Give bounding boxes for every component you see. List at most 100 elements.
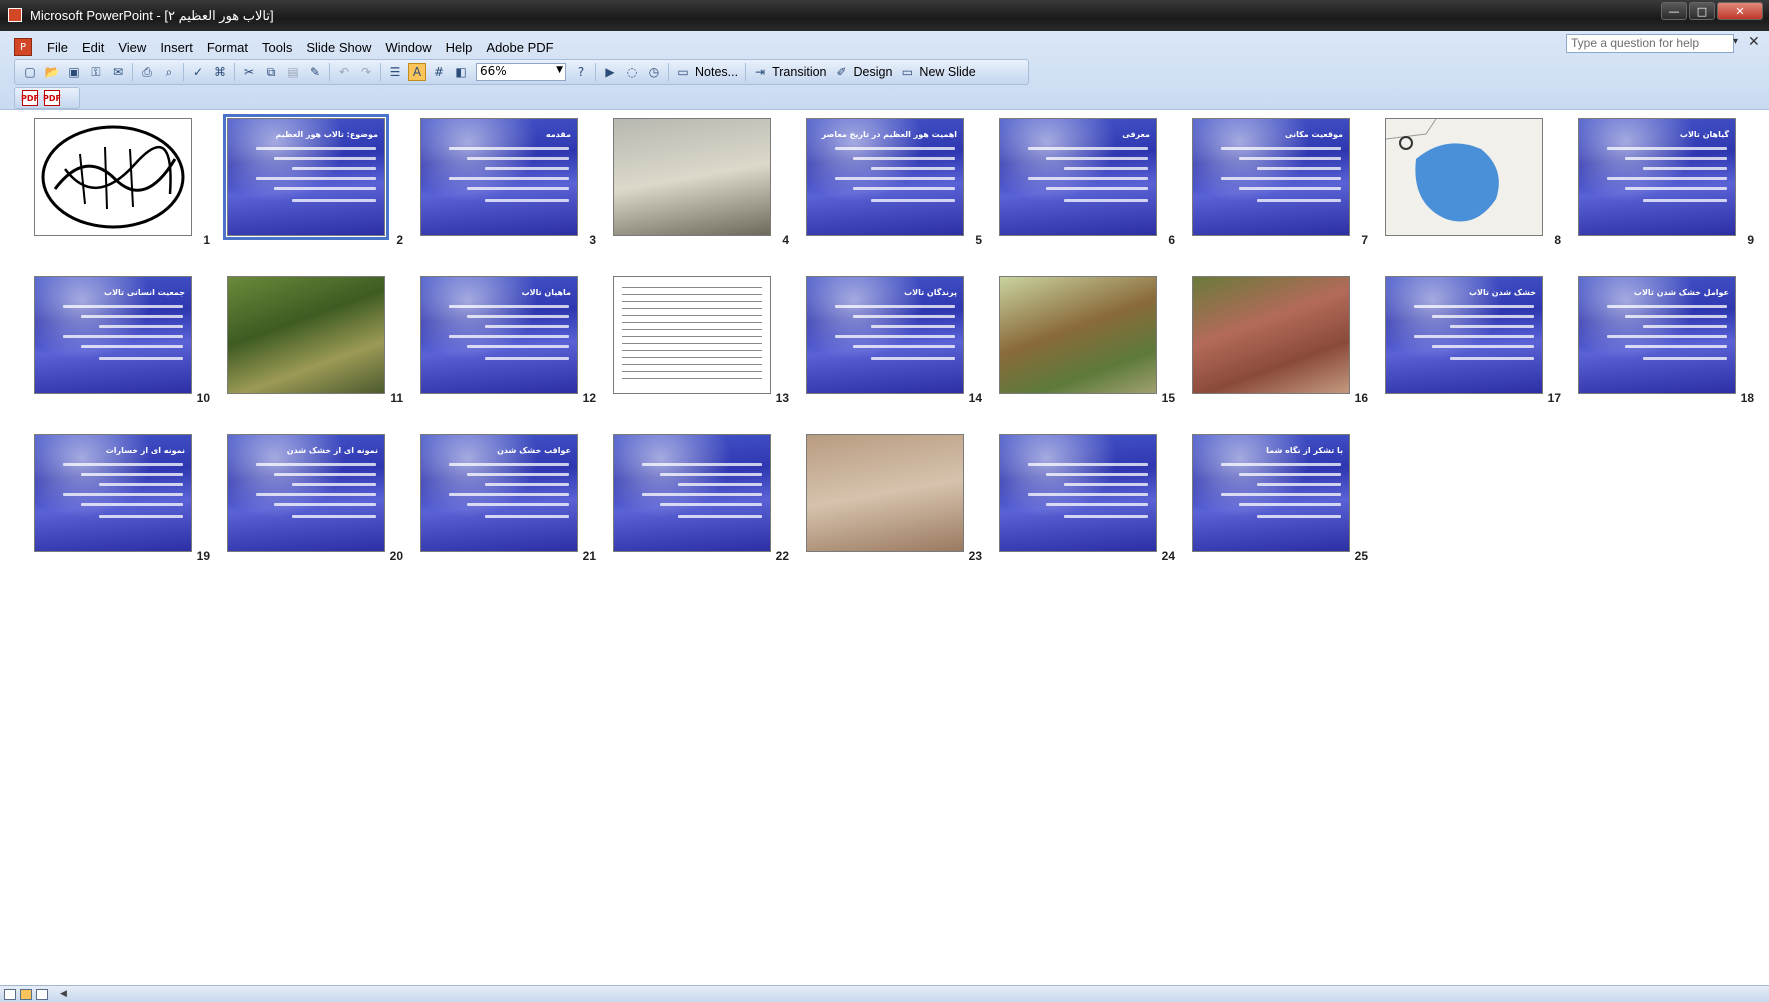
slide-thumbnail[interactable]: معرفی 6 [999,118,1175,266]
new-slide-button[interactable]: New Slide [919,65,975,79]
copy-icon[interactable]: ⧉ [262,63,280,81]
slide-preview[interactable]: جمعیت انسانی تالاب [34,276,192,394]
design-button[interactable]: Design [854,65,893,79]
close-button[interactable]: ✕ [1717,2,1763,20]
slide-thumbnail[interactable]: 16 [1192,276,1368,424]
slide-thumbnail[interactable]: جمعیت انسانی تالاب 10 [34,276,210,424]
slide-preview[interactable]: خشک شدن تالاب [1385,276,1543,394]
research-icon[interactable]: ⌘ [211,63,229,81]
slide-preview[interactable]: موضوع: تالاب هور العظیم [223,114,389,240]
menu-format[interactable]: Format [200,40,255,55]
menu-adobe-pdf[interactable]: Adobe PDF [479,40,560,55]
maximize-button[interactable]: □ [1689,2,1715,20]
expand-all-icon[interactable]: ☰ [386,63,404,81]
slide-thumbnail[interactable]: 23 [806,434,982,582]
document-icon[interactable]: P [14,38,32,56]
slide-preview[interactable]: عوامل خشک شدن تالاب [1578,276,1736,394]
slide-preview[interactable]: نمونه ای از خسارات [34,434,192,552]
slide-preview[interactable]: عواقب خشک شدن [420,434,578,552]
help-search-input[interactable]: Type a question for help [1566,34,1734,53]
color-grayscale-icon[interactable]: ◧ [452,63,470,81]
print-icon[interactable]: ⎙ [138,63,156,81]
grid-icon[interactable]: # [430,63,448,81]
slide-sorter-view-icon[interactable] [20,988,32,1000]
slide-thumbnail[interactable]: 15 [999,276,1175,424]
slide-thumbnail[interactable]: نمونه ای از خشک شدن 20 [227,434,403,582]
menu-slide-show[interactable]: Slide Show [299,40,378,55]
slide-thumbnail[interactable]: 1 [34,118,210,266]
open-icon[interactable]: 📂 [43,63,61,81]
convert-to-pdf-icon[interactable]: PDF [21,90,39,106]
slide-thumbnail[interactable]: مقدمه 3 [420,118,596,266]
slide-preview[interactable]: گیاهان تالاب [1578,118,1736,236]
hide-slide-icon[interactable]: ◌ [623,63,641,81]
menu-file[interactable]: File [40,40,75,55]
spelling-icon[interactable]: ✓ [189,63,207,81]
menu-view[interactable]: View [111,40,153,55]
slide-preview[interactable]: ماهیان تالاب [420,276,578,394]
slide-thumbnail[interactable]: گیاهان تالاب 9 [1578,118,1754,266]
slide-show-view-icon[interactable] [36,988,48,1000]
slide-thumbnail[interactable]: موضوع: تالاب هور العظیم 2 [223,114,403,266]
slide-preview[interactable] [613,434,771,552]
new-slide-icon[interactable]: ▭ [898,63,916,81]
slide-preview[interactable] [1385,118,1543,236]
slide-preview[interactable]: موقعیت مکانی [1192,118,1350,236]
normal-view-icon[interactable] [4,988,16,1000]
show-formatting-icon[interactable]: A [408,63,426,81]
help-dropdown-icon[interactable]: ▾ [1733,36,1738,47]
transition-button[interactable]: Transition [772,65,826,79]
design-icon[interactable]: ✐ [833,63,851,81]
slide-thumbnail[interactable]: پرندگان تالاب 14 [806,276,982,424]
zoom-select[interactable]: 66% ▼ [476,63,566,81]
slide-preview[interactable] [999,434,1157,552]
undo-icon[interactable]: ↶ [335,63,353,81]
slide-preview[interactable]: مقدمه [420,118,578,236]
menu-help[interactable]: Help [439,40,480,55]
slide-preview[interactable] [806,434,964,552]
slide-thumbnail[interactable]: عواقب خشک شدن 21 [420,434,596,582]
format-painter-icon[interactable]: ✎ [306,63,324,81]
slide-thumbnail[interactable]: خشک شدن تالاب 17 [1385,276,1561,424]
redo-icon[interactable]: ↷ [357,63,375,81]
help-icon[interactable]: ? [572,63,590,81]
menu-edit[interactable]: Edit [75,40,111,55]
slide-thumbnail[interactable]: 22 [613,434,789,582]
permission-icon[interactable]: ⚿ [87,63,105,81]
paste-icon[interactable]: ▤ [284,63,302,81]
slide-thumbnail[interactable]: با تشکر از نگاه شما 25 [1192,434,1368,582]
slide-thumbnail[interactable]: 8 [1385,118,1561,266]
notes-button[interactable]: Notes... [695,65,738,79]
slide-thumbnail[interactable]: 11 [227,276,403,424]
slide-preview[interactable] [1192,276,1350,394]
slide-thumbnail[interactable]: عوامل خشک شدن تالاب 18 [1578,276,1754,424]
transition-icon[interactable]: ⇥ [751,63,769,81]
minimize-button[interactable]: — [1661,2,1687,20]
new-icon[interactable]: ▢ [21,63,39,81]
slide-thumbnail[interactable]: 13 [613,276,789,424]
slide-preview[interactable] [999,276,1157,394]
slide-thumbnail[interactable]: موقعیت مکانی 7 [1192,118,1368,266]
slide-preview[interactable] [613,276,771,394]
slide-preview[interactable]: اهمیت هور العظیم در تاریخ معاصر [806,118,964,236]
slide-thumbnail[interactable]: 4 [613,118,789,266]
slide-preview[interactable]: نمونه ای از خشک شدن [227,434,385,552]
slide-preview[interactable] [613,118,771,236]
convert-and-email-pdf-icon[interactable]: PDF [43,90,61,106]
save-icon[interactable]: ▣ [65,63,83,81]
slide-show-icon[interactable]: ▶ [601,63,619,81]
slide-thumbnail[interactable]: ماهیان تالاب 12 [420,276,596,424]
email-icon[interactable]: ✉ [109,63,127,81]
menu-tools[interactable]: Tools [255,40,299,55]
slide-preview[interactable]: معرفی [999,118,1157,236]
print-preview-icon[interactable]: ⌕ [160,63,178,81]
notes-icon[interactable]: ▭ [674,63,692,81]
slide-preview[interactable]: پرندگان تالاب [806,276,964,394]
slide-thumbnail[interactable]: اهمیت هور العظیم در تاریخ معاصر 5 [806,118,982,266]
powerpoint-icon[interactable] [8,8,22,22]
scroll-left-icon[interactable]: ◀ [60,989,67,999]
menu-window[interactable]: Window [378,40,438,55]
cut-icon[interactable]: ✂ [240,63,258,81]
slide-thumbnail[interactable]: 24 [999,434,1175,582]
slide-thumbnail[interactable]: نمونه ای از خسارات 19 [34,434,210,582]
